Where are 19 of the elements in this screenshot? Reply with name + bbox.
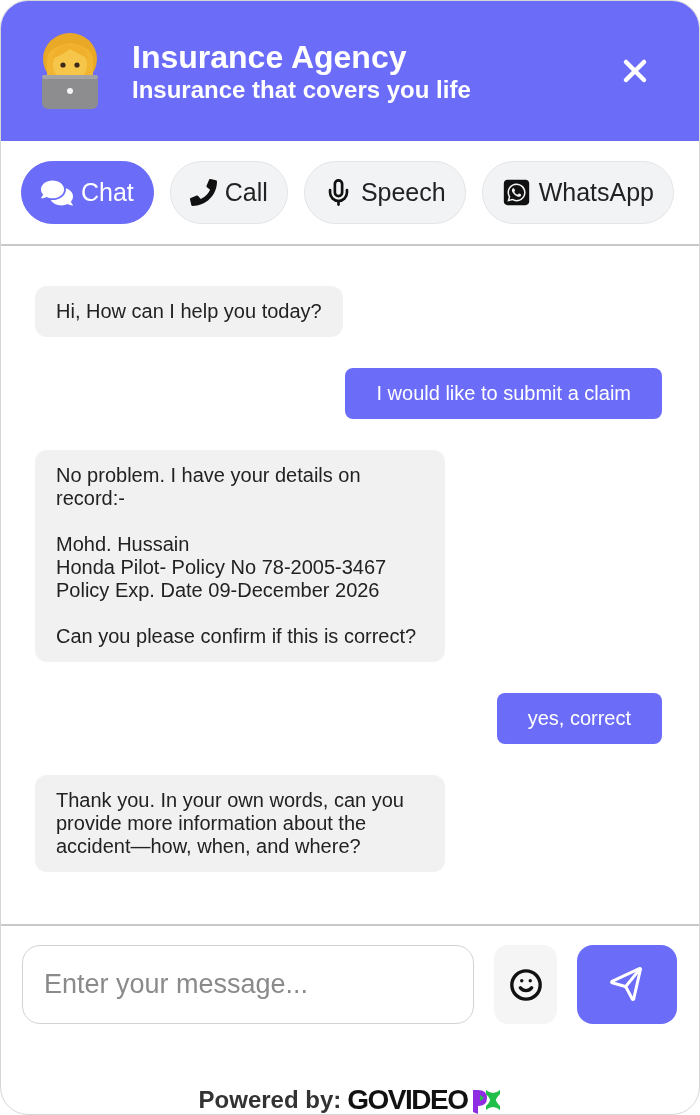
channel-tab[interactable]: Speech <box>303 161 466 224</box>
message-input[interactable]: Enter your message... <box>22 945 474 1024</box>
whatsapp-icon <box>501 178 531 207</box>
channel-tab[interactable]: Call <box>169 161 288 224</box>
powered-by-label: Powered by: <box>198 1086 343 1114</box>
message-text: Hi, How can I help you today? <box>56 300 322 323</box>
message-text: No problem. I have your details on record:- Mohd. Hussain Honda Pilot- Policy No 78-2005-3467 Policy Exp. Date 09-December 2026 Can you please confirm if this is correct? <box>56 464 418 648</box>
send-button[interactable] <box>577 945 677 1024</box>
message-text: I would like to submit a claim <box>376 382 631 405</box>
channel-tab[interactable]: Chat <box>21 161 154 224</box>
phone-icon <box>189 179 217 206</box>
brand-name: GOVIDEO <box>347 1086 468 1114</box>
smiley-icon <box>508 967 543 1002</box>
channel-tab[interactable]: WhatsApp <box>481 161 675 224</box>
emoji-button[interactable] <box>494 945 557 1024</box>
message-text: Thank you. In your own words, can you provide more information about the accident—how, when, and where? <box>56 789 405 858</box>
header-subtitle: Insurance that covers you life <box>132 76 471 104</box>
message-text: yes, correct <box>527 707 631 730</box>
header-title: Insurance Agency <box>132 38 407 76</box>
